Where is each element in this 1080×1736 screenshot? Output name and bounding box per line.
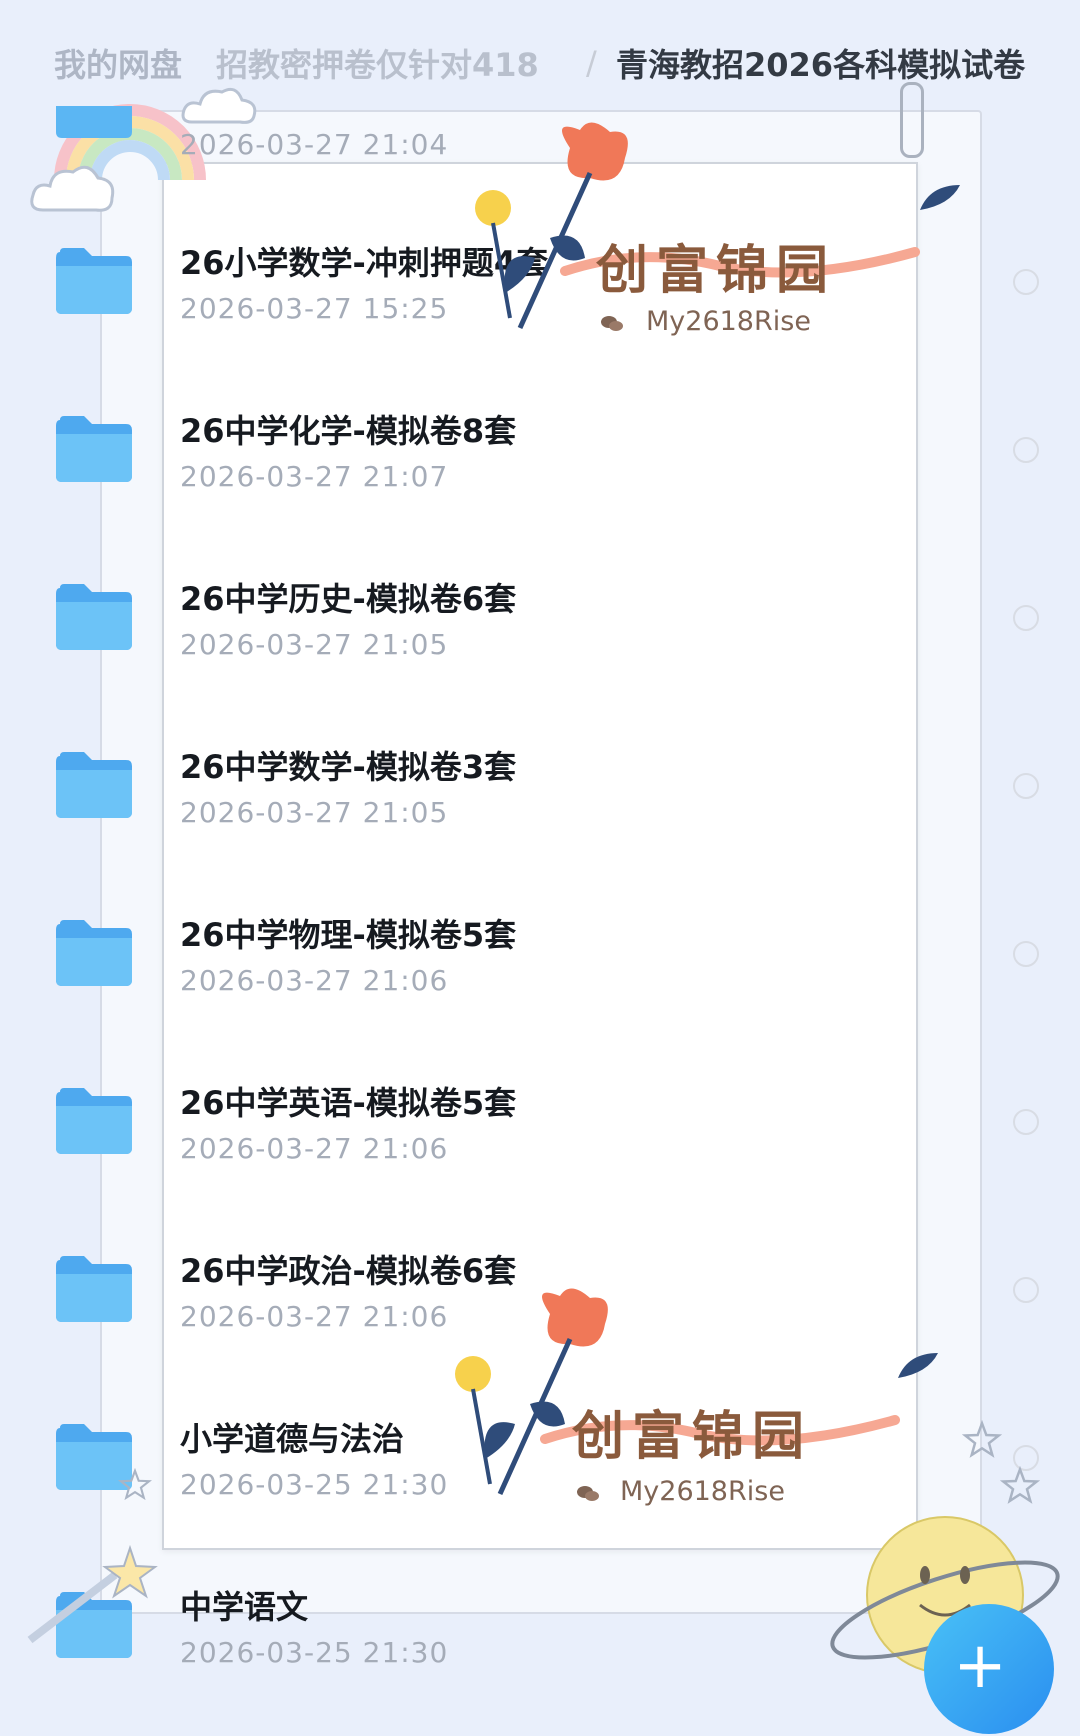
plus-icon: +: [953, 1629, 1007, 1703]
list-item[interactable]: 26中学英语-模拟卷5套 2026-03-27 21:06: [0, 1064, 1080, 1232]
file-name: 26中学历史-模拟卷6套: [180, 580, 517, 618]
folder-icon: [56, 752, 132, 818]
folder-icon: [56, 584, 132, 650]
file-name: 26中学英语-模拟卷5套: [180, 1084, 517, 1122]
shooting-star-icon: [27, 1544, 158, 1644]
select-checkbox[interactable]: [1013, 941, 1039, 967]
list-item[interactable]: 26中学数学-模拟卷3套 2026-03-27 21:05: [0, 728, 1080, 896]
file-date: 2026-03-25 21:30: [180, 1636, 449, 1669]
folder-icon: [56, 416, 132, 482]
watermark-title: 创富锦园: [572, 1406, 813, 1467]
folder-icon: [56, 1256, 132, 1322]
file-date: 2026-03-27 21:06: [180, 1132, 449, 1165]
file-date: 2026-03-27 15:25: [180, 292, 449, 325]
select-checkbox[interactable]: [1013, 437, 1039, 463]
folder-icon: [56, 106, 132, 138]
select-checkbox[interactable]: [1013, 1277, 1039, 1303]
add-button[interactable]: +: [924, 1604, 1054, 1734]
file-name: 小学道德与法治: [180, 1420, 405, 1458]
watermark-title: 创富锦园: [596, 240, 837, 301]
file-date: 2026-03-27 21:04: [180, 128, 449, 161]
file-date: 2026-03-27 21:07: [180, 460, 449, 493]
folder-icon: [56, 920, 132, 986]
file-name: 26中学数学-模拟卷3套: [180, 748, 517, 786]
file-name: 26中学物理-模拟卷5套: [180, 916, 517, 954]
leaf-decoration-icon: [920, 185, 960, 210]
file-name: 26中学化学-模拟卷8套: [180, 412, 517, 450]
list-item[interactable]: 26中学物理-模拟卷5套 2026-03-27 21:06: [0, 896, 1080, 1064]
file-date: 2026-03-27 21:05: [180, 628, 449, 661]
star-icon: [118, 1468, 152, 1501]
watermark-handle: My2618Rise: [620, 1476, 785, 1507]
select-checkbox[interactable]: [1013, 605, 1039, 631]
list-item[interactable]: 26中学历史-模拟卷6套 2026-03-27 21:05: [0, 560, 1080, 728]
wechat-icon: [577, 1486, 599, 1501]
file-name: 中学语文: [180, 1588, 309, 1626]
select-checkbox[interactable]: [1013, 1109, 1039, 1135]
star-icon: [962, 1420, 1002, 1458]
list-item[interactable]: 26中学化学-模拟卷8套 2026-03-27 21:07: [0, 392, 1080, 560]
file-date: 2026-03-27 21:06: [180, 1300, 449, 1333]
wechat-icon: [601, 316, 623, 331]
leaf-decoration-icon: [898, 1353, 938, 1378]
folder-icon: [56, 1088, 132, 1154]
file-date: 2026-03-27 21:06: [180, 964, 449, 997]
folder-icon: [56, 248, 132, 314]
file-date: 2026-03-25 21:30: [180, 1468, 449, 1501]
file-date: 2026-03-27 21:05: [180, 796, 449, 829]
select-checkbox[interactable]: [1013, 773, 1039, 799]
select-checkbox[interactable]: [1013, 269, 1039, 295]
watermark-handle: My2618Rise: [646, 306, 811, 337]
